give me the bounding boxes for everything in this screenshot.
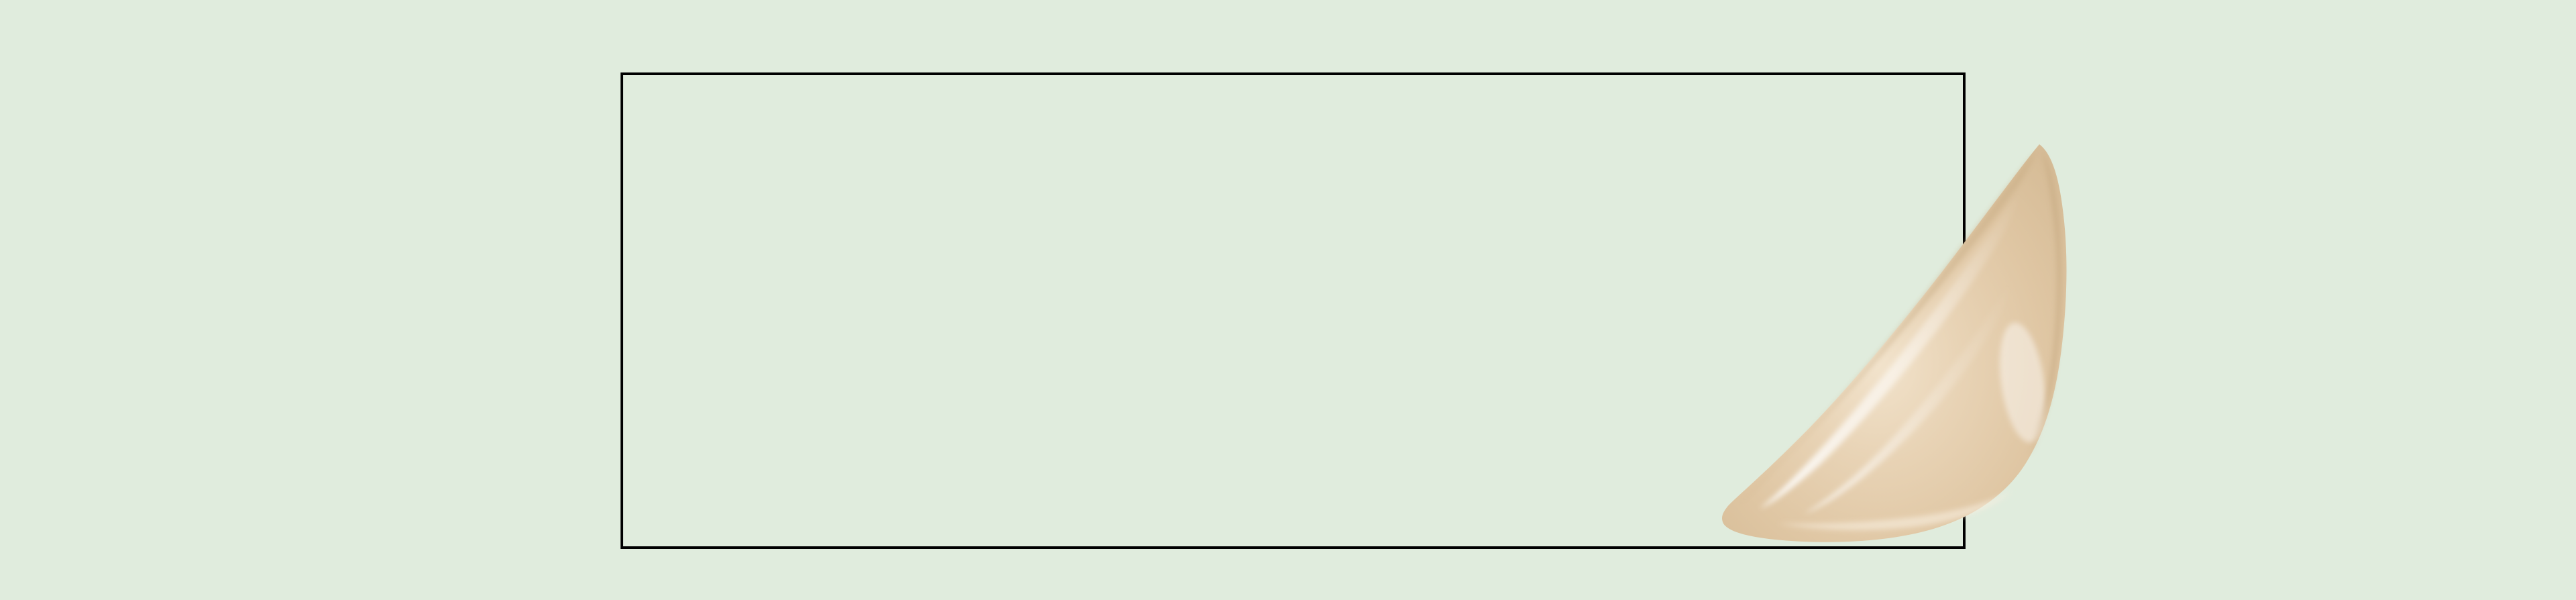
foundation-swatch xyxy=(1721,128,2083,544)
